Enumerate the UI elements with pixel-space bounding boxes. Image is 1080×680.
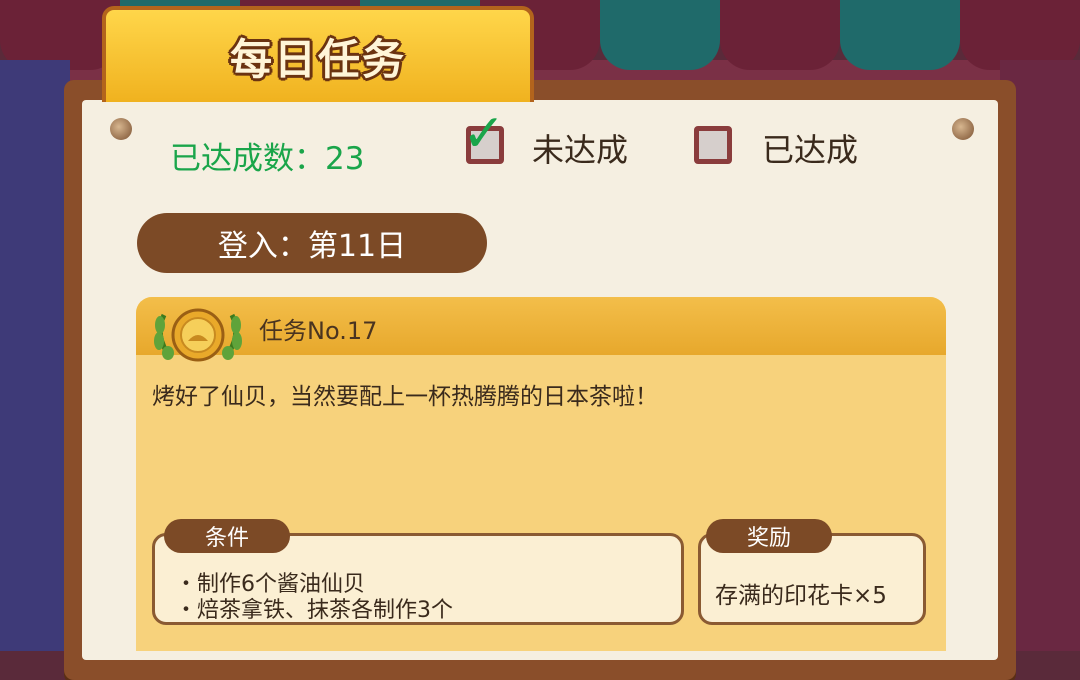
- reward-text: 存满的印花卡×5: [715, 583, 887, 609]
- task-card[interactable]: 任务No.17 烤好了仙贝，当然要配上一杯热腾腾的日本茶啦！ ・制作6个酱油仙贝…: [136, 297, 946, 651]
- task-description: 烤好了仙贝，当然要配上一杯热腾腾的日本茶啦！: [152, 384, 658, 410]
- login-day-badge: 登入：第11日: [137, 213, 487, 273]
- laurel-medal-icon: [154, 308, 242, 362]
- title-tab: 每日任务: [102, 6, 534, 102]
- reward-title: 奖励: [706, 519, 832, 553]
- task-number: 任务No.17: [259, 317, 378, 345]
- conditions-title: 条件: [164, 519, 290, 553]
- left-pillar: [0, 60, 70, 651]
- complete-legend-label: 已达成: [762, 131, 859, 169]
- login-day-label: 登入：第11日: [217, 229, 407, 264]
- incomplete-legend-label: 未达成: [532, 131, 629, 169]
- pin-icon: [110, 118, 132, 140]
- complete-legend-box: [694, 126, 732, 164]
- pin-icon: [952, 118, 974, 140]
- task-card-header: [136, 297, 946, 355]
- check-icon: ✓: [462, 104, 506, 164]
- completed-count: 已达成数：23: [170, 141, 365, 177]
- page-title: 每日任务: [229, 34, 406, 84]
- condition-item: ・焙茶拿铁、抹茶各制作3个: [175, 598, 453, 623]
